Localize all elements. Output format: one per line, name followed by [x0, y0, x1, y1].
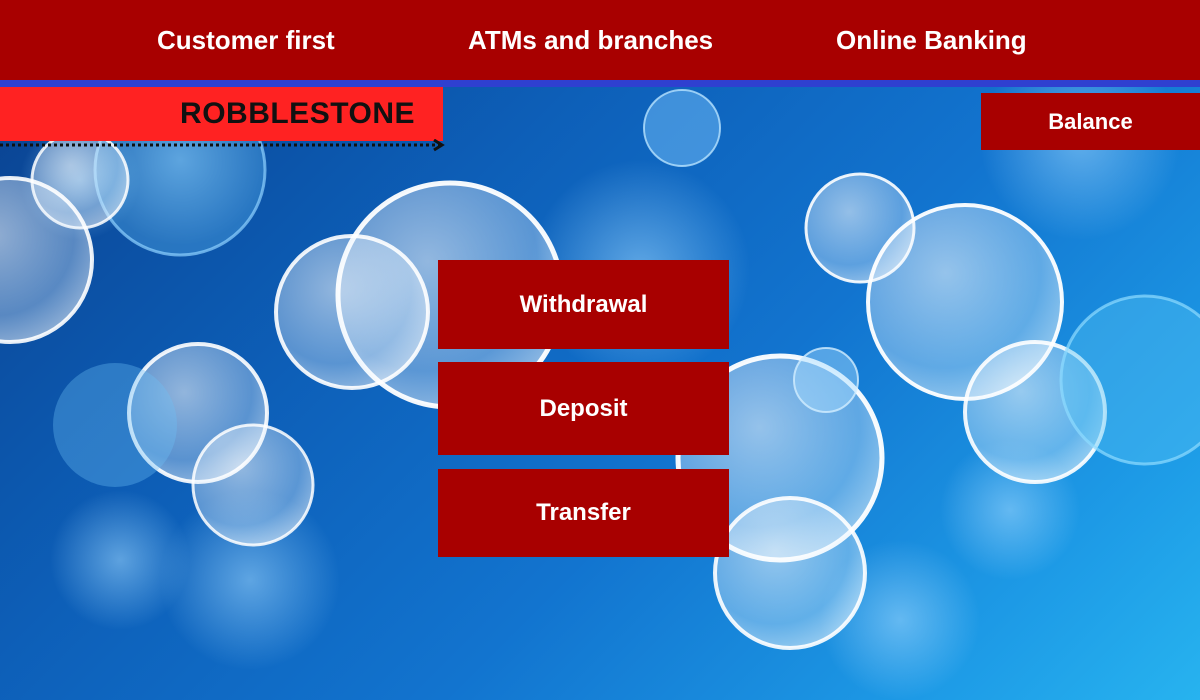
nav-link-atms-and-branches[interactable]: ATMs and branches — [468, 0, 713, 80]
deposit-button[interactable]: Deposit — [438, 362, 729, 455]
withdrawal-button[interactable]: Withdrawal — [438, 260, 729, 349]
balance-button[interactable]: Balance — [981, 93, 1200, 150]
nav-accent-strip — [0, 80, 1200, 87]
transfer-button[interactable]: Transfer — [438, 469, 729, 557]
dotted-arrow-icon — [0, 139, 445, 152]
nav-link-customer-first[interactable]: Customer first — [157, 0, 335, 80]
nav-link-online-banking[interactable]: Online Banking — [836, 0, 1027, 80]
top-navigation-bar: Customer first ATMs and branches Online … — [0, 0, 1200, 80]
brand-logo-text: ROBBLESTONE — [180, 97, 415, 130]
brand-banner: ROBBLESTONE — [0, 87, 443, 141]
